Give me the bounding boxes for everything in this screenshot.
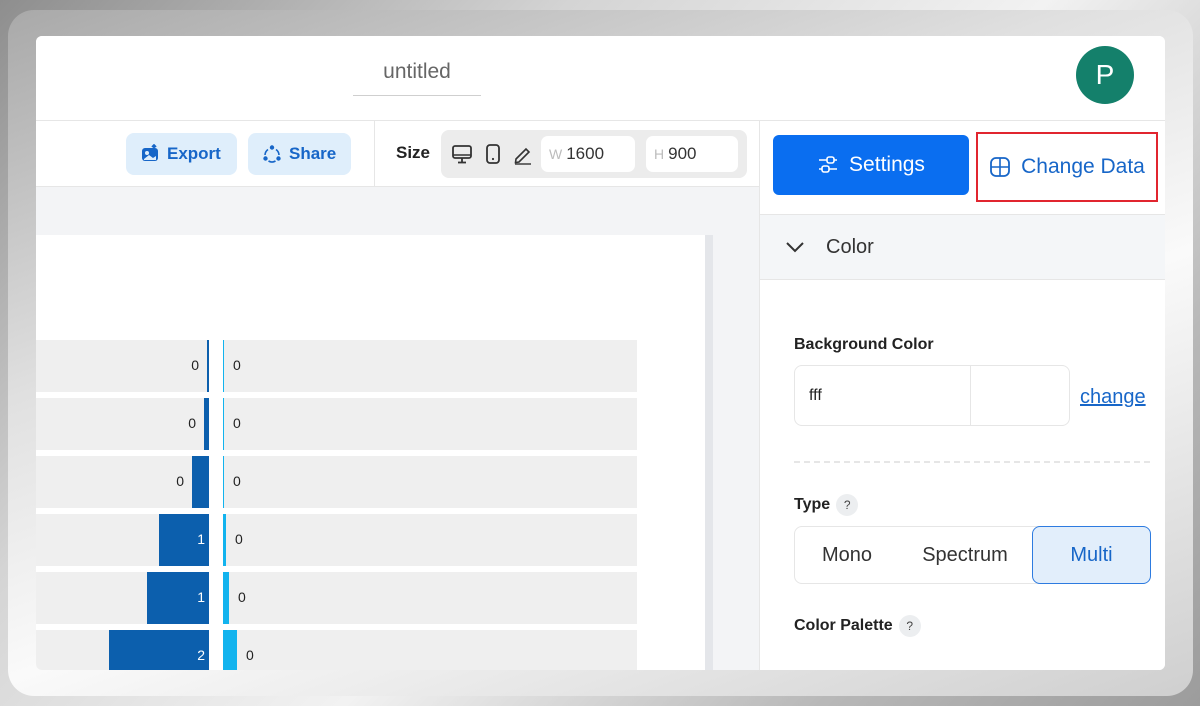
palette-label-row: Color Palette? <box>794 615 921 637</box>
palette-label: Color Palette <box>794 617 893 634</box>
bar-right-label: 0 <box>233 415 241 431</box>
size-controls: W 1600 H 900 <box>441 130 747 178</box>
app-header: untitled P <box>36 36 1165 121</box>
type-label: Type <box>794 496 831 513</box>
section-divider <box>794 461 1150 463</box>
type-option-multi[interactable]: Multi <box>1032 526 1151 584</box>
bar-left[interactable] <box>204 398 209 450</box>
bar-right-label: 0 <box>246 647 254 663</box>
bar-right-label: 0 <box>233 473 241 489</box>
size-label: Size <box>396 143 431 162</box>
mobile-icon[interactable] <box>481 142 505 166</box>
share-button[interactable]: Share <box>248 133 351 175</box>
row-background-right <box>223 572 637 624</box>
document-title-input[interactable]: untitled <box>353 52 481 96</box>
row-background-right <box>223 340 637 392</box>
chevron-down-icon <box>786 242 804 253</box>
toolbar-divider <box>374 121 375 187</box>
bar-right-label: 0 <box>235 531 243 547</box>
bar-right[interactable] <box>223 456 224 508</box>
height-prefix: H <box>654 146 665 162</box>
export-button[interactable]: Export <box>126 133 237 175</box>
export-icon <box>142 144 158 161</box>
height-value: 900 <box>668 144 697 163</box>
bar-right-label: 0 <box>238 589 246 605</box>
row-background-right <box>223 514 637 566</box>
share-label: Share <box>289 144 337 163</box>
background-color-label: Background Color <box>794 336 934 353</box>
background-color-value: fff <box>809 387 822 404</box>
settings-panel: Settings Change Data Color Background Co… <box>759 121 1165 670</box>
bar-left-label: 0 <box>176 473 184 489</box>
bar-left-label: 0 <box>191 357 199 373</box>
bar-left-label: 1 <box>197 589 205 605</box>
color-section-label: Color <box>826 235 874 258</box>
change-data-button[interactable]: Change Data <box>976 132 1158 202</box>
type-label-row: Type? <box>794 494 859 516</box>
toolbar: Export Share Size W 1600 H 900 <box>36 121 759 187</box>
bar-right-label: 0 <box>233 357 241 373</box>
row-background-right <box>223 456 637 508</box>
height-input[interactable]: H 900 <box>646 136 738 172</box>
palette-help-icon[interactable]: ? <box>898 615 921 637</box>
width-prefix: W <box>549 146 563 162</box>
desktop-icon[interactable] <box>450 142 474 166</box>
chart-canvas[interactable]: 0 0 0 0 0 0 1 0 1 0 2 0 <box>36 235 713 670</box>
settings-button[interactable]: Settings <box>773 135 969 195</box>
bar-right[interactable] <box>223 398 224 450</box>
bar-left[interactable] <box>207 340 209 392</box>
width-value: 1600 <box>566 144 605 163</box>
app-screen: untitled P Export Share Size W 1600 H 90… <box>36 36 1165 670</box>
bar-left-label: 2 <box>197 647 205 663</box>
row-background-right <box>223 630 637 670</box>
bar-right[interactable] <box>223 514 226 566</box>
grid-icon <box>990 157 1011 177</box>
bar-right[interactable] <box>223 630 237 670</box>
type-option-spectrum[interactable]: Spectrum <box>899 527 1031 583</box>
sliders-icon <box>819 156 838 173</box>
change-color-link[interactable]: change <box>1080 386 1146 409</box>
user-avatar[interactable]: P <box>1076 46 1134 104</box>
canvas-area: 0 0 0 0 0 0 1 0 1 0 2 0 <box>36 187 759 670</box>
change-data-label: Change Data <box>1021 155 1145 178</box>
type-option-mono[interactable]: Mono <box>795 527 899 583</box>
pencil-icon[interactable] <box>511 142 535 166</box>
width-input[interactable]: W 1600 <box>541 136 635 172</box>
bar-left-label: 1 <box>197 531 205 547</box>
bar-left[interactable] <box>192 456 209 508</box>
export-label: Export <box>167 144 221 163</box>
share-icon <box>263 145 281 163</box>
color-section-header[interactable]: Color <box>760 214 1165 280</box>
background-color-input[interactable]: fff <box>794 365 1070 426</box>
bar-right[interactable] <box>223 340 224 392</box>
type-toggle-group: Mono Spectrum Multi <box>794 526 1151 584</box>
bar-right[interactable] <box>223 572 229 624</box>
settings-label: Settings <box>849 153 925 176</box>
bar-left-label: 0 <box>188 415 196 431</box>
row-background-right <box>223 398 637 450</box>
type-help-icon[interactable]: ? <box>836 494 859 516</box>
color-swatch-divider <box>970 366 971 425</box>
